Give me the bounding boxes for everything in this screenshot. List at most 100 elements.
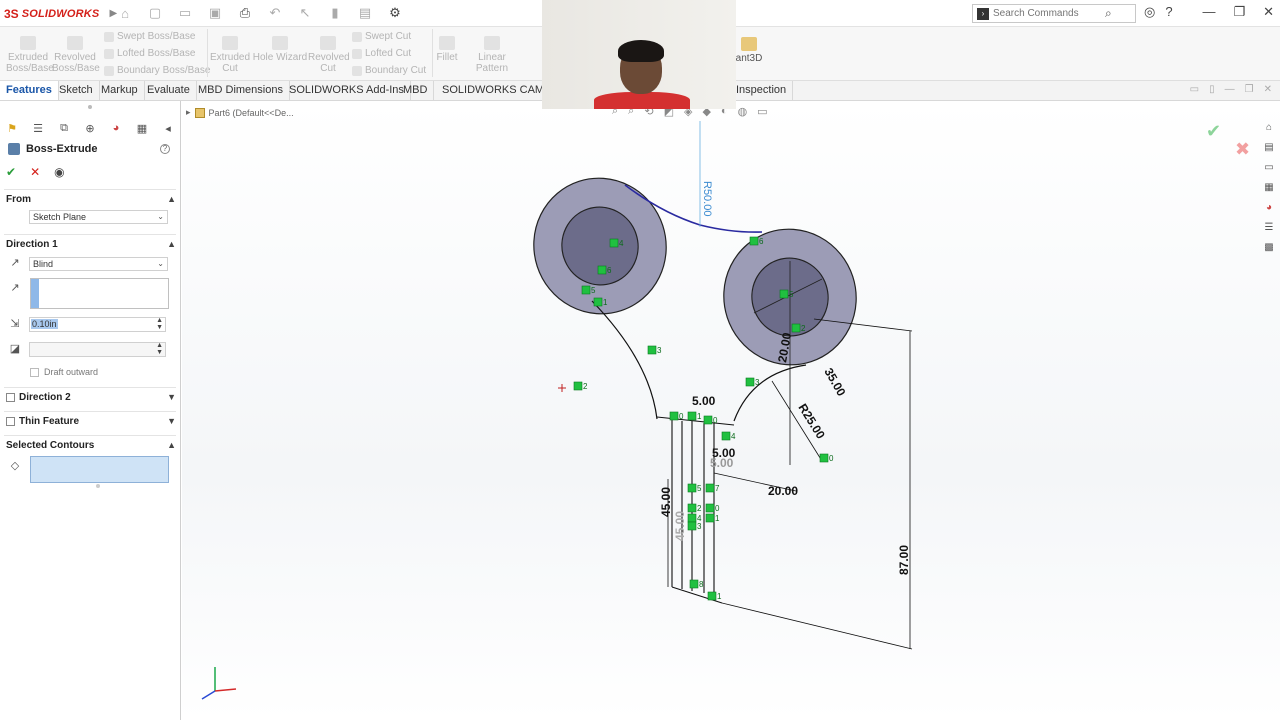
relation-marker[interactable]	[687, 483, 697, 493]
spin-arrows-icon[interactable]: ▲ ▼	[156, 317, 163, 331]
close-doc-icon[interactable]: ✕	[1264, 84, 1272, 95]
relation-marker[interactable]	[705, 503, 715, 513]
selected-contours-box[interactable]	[30, 456, 169, 483]
chevron-down-icon[interactable]: ▼	[167, 416, 176, 426]
search-icon[interactable]: ⌕	[1105, 6, 1112, 21]
relation-marker[interactable]	[669, 411, 679, 421]
chevron-down-icon[interactable]: ▼	[167, 392, 176, 402]
resize-grip[interactable]	[96, 484, 100, 488]
lofted-cut-button[interactable]: Lofted Cut	[352, 48, 411, 59]
relation-marker[interactable]	[779, 289, 789, 299]
dim-5-top[interactable]: 5.00	[692, 394, 716, 408]
depth-spinbox[interactable]: 0.10in ▲ ▼	[29, 317, 166, 332]
relation-marker[interactable]	[819, 453, 829, 463]
depth-value[interactable]: 0.10in	[31, 319, 58, 329]
boundary-boss-button[interactable]: Boundary Boss/Base	[104, 65, 210, 76]
help-icon[interactable]: ?	[160, 144, 170, 154]
relation-marker[interactable]	[687, 411, 697, 421]
relation-marker[interactable]	[689, 579, 699, 589]
linear-pattern-button[interactable]: Linear Pattern	[462, 36, 522, 74]
minimize-doc-icon[interactable]: —	[1225, 84, 1235, 95]
tile-icon[interactable]: ▭	[1190, 84, 1199, 95]
sketch-canvas[interactable]: R50.00 20.00 35.00 R25.00 5.00 5.00 5.00…	[182, 101, 1280, 720]
relation-marker[interactable]	[791, 323, 801, 333]
new-document-icon[interactable]: ▢	[142, 4, 168, 22]
relation-marker[interactable]	[705, 483, 715, 493]
extruded-boss-button[interactable]: Extruded Boss/Base	[6, 36, 54, 74]
thin-feature-checkbox[interactable]	[6, 416, 15, 426]
relation-marker[interactable]	[581, 285, 591, 295]
feature-manager-icon[interactable]: ⚑	[4, 121, 20, 135]
user-account-icon[interactable]: ◎	[1144, 4, 1155, 20]
end-condition-select[interactable]: Blind ⌄	[29, 257, 168, 271]
revolved-boss-button[interactable]: Revolved Boss/Base	[52, 36, 100, 74]
relation-marker[interactable]	[749, 236, 759, 246]
undo-icon[interactable]: ↶	[262, 4, 288, 22]
reverse-direction-icon[interactable]: ↗	[8, 256, 22, 270]
chevron-up-icon[interactable]: ▲	[167, 440, 176, 450]
dim-35[interactable]: 35.00	[821, 366, 848, 399]
relation-marker[interactable]	[597, 265, 607, 275]
left-outline-curve[interactable]	[591, 300, 658, 420]
cam-manager-icon[interactable]: ▦	[134, 121, 150, 135]
tab-mbd[interactable]: MBD	[397, 81, 435, 100]
instant3d-button[interactable]: ant3D	[734, 37, 764, 64]
tab-markup[interactable]: Markup	[95, 81, 145, 100]
dim-45-ghost[interactable]: 45.00	[673, 511, 687, 541]
relation-marker[interactable]	[705, 513, 715, 523]
from-section-header[interactable]: From ▲	[6, 194, 176, 205]
tab-evaluate[interactable]: Evaluate	[141, 81, 197, 100]
save-icon[interactable]: ▣	[202, 4, 228, 22]
relation-marker[interactable]	[721, 431, 731, 441]
configuration-manager-icon[interactable]: ⧉	[56, 121, 72, 135]
restore-doc-icon[interactable]: ❐	[1245, 84, 1254, 95]
direction1-section-header[interactable]: Direction 1 ▲	[6, 239, 176, 250]
tab-solidworks-add-ins[interactable]: SOLIDWORKS Add-Ins	[283, 81, 411, 100]
revolved-cut-button[interactable]: Revolved Cut	[308, 36, 350, 74]
extruded-cut-button[interactable]: Extruded Cut	[210, 36, 250, 74]
relation-marker[interactable]	[647, 345, 657, 355]
relation-marker[interactable]	[687, 503, 697, 513]
dim-r25[interactable]: R25.00	[795, 401, 828, 442]
dimxpert-manager-icon[interactable]: ⊕	[82, 121, 98, 135]
from-select[interactable]: Sketch Plane ⌄	[29, 210, 168, 224]
chevron-up-icon[interactable]: ▲	[167, 239, 176, 249]
panel-grip[interactable]	[88, 105, 92, 109]
options-gear-icon[interactable]: ⚙	[382, 4, 408, 22]
split-icon[interactable]: ▯	[1209, 84, 1215, 95]
draft-angle-spinbox[interactable]: ▲ ▼	[29, 342, 166, 357]
hole-wizard-button[interactable]: Hole Wizard	[252, 36, 308, 63]
draft-outward-checkbox[interactable]: Draft outward	[30, 367, 98, 377]
tab-mbd-dimensions[interactable]: MBD Dimensions	[192, 81, 290, 100]
relation-marker[interactable]	[745, 377, 755, 387]
dim-45[interactable]: 45.00	[659, 487, 673, 517]
chevron-up-icon[interactable]: ▲	[167, 194, 176, 204]
relation-marker[interactable]	[687, 521, 697, 531]
relation-marker[interactable]	[703, 415, 713, 425]
restore-icon[interactable]: ❐	[1233, 4, 1245, 20]
swept-cut-button[interactable]: Swept Cut	[352, 31, 411, 42]
dim-20-horizontal[interactable]: 20.00	[768, 484, 798, 498]
tab-inspection[interactable]: Inspection	[730, 81, 794, 100]
search-input[interactable]	[993, 8, 1113, 19]
minimize-icon[interactable]: —	[1202, 4, 1215, 20]
lofted-boss-button[interactable]: Lofted Boss/Base	[104, 48, 195, 59]
solidworks-logo[interactable]: 3S SOLIDWORKS ▶	[4, 5, 117, 22]
boundary-cut-button[interactable]: Boundary Cut	[352, 65, 426, 76]
relation-marker[interactable]	[687, 513, 697, 523]
tab-features[interactable]: Features	[0, 81, 59, 100]
search-commands[interactable]: › ⌕	[972, 4, 1136, 23]
graphics-area[interactable]: ▸ Part6 (Default<<De... ⌕ ⌕ ⟲ ◩ ◈ ◆ ◐ ◍ …	[182, 101, 1280, 720]
arrow-left-icon[interactable]: ◂	[160, 121, 176, 135]
file-properties-icon[interactable]: ▤	[352, 4, 378, 22]
relation-marker[interactable]	[593, 297, 603, 307]
relation-marker[interactable]	[609, 238, 619, 248]
print-icon[interactable]: ⎙	[232, 4, 258, 22]
dim-87[interactable]: 87.00	[897, 545, 911, 575]
property-manager-icon[interactable]: ☰	[30, 121, 46, 135]
fillet-button[interactable]: Fillet	[434, 36, 460, 63]
select-arrow-icon[interactable]: ↖	[292, 4, 318, 22]
dim-5-mid-ghost[interactable]: 5.00	[710, 456, 734, 470]
swept-boss-button[interactable]: Swept Boss/Base	[104, 31, 195, 42]
direction-selection-box[interactable]	[30, 278, 169, 309]
